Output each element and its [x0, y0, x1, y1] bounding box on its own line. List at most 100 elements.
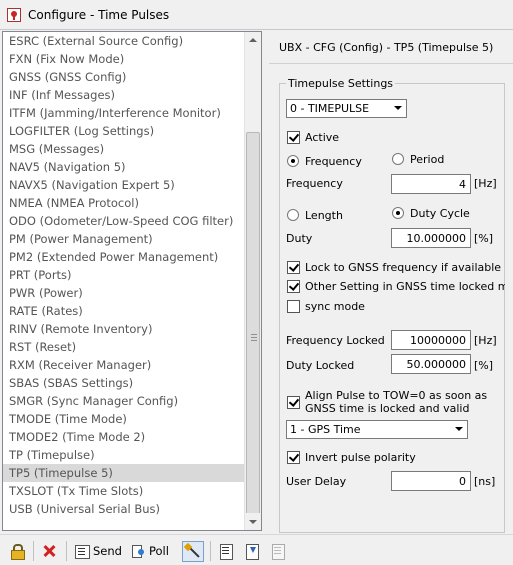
toolbar-separator [33, 541, 34, 561]
document-button[interactable] [218, 540, 234, 562]
frequency-locked-unit: [Hz] [474, 334, 497, 347]
list-item[interactable]: NAVX5 (Navigation Expert 5) [3, 176, 246, 194]
user-delay-value: 0 [459, 475, 466, 488]
list-item[interactable]: MSG (Messages) [3, 140, 246, 158]
message-list[interactable]: ESRC (External Source Config) FXN (Fix No… [2, 31, 262, 531]
chevron-down-icon[interactable] [451, 422, 466, 437]
sync-mode-label: sync mode [305, 300, 365, 313]
frequency-value: 4 [459, 178, 466, 191]
list-item[interactable]: TP5 (Timepulse 5) [3, 464, 246, 482]
save-icon [270, 543, 286, 560]
user-delay-input[interactable]: 0 [391, 471, 471, 491]
period-radio[interactable] [392, 153, 404, 165]
time-source-select-value: 1 - GPS Time [290, 423, 361, 436]
message-title: UBX - CFG (Config) - TP5 (Timepulse 5) [279, 41, 494, 54]
title-bar: Configure - Time Pulses [0, 0, 513, 30]
magic-wand-icon [182, 540, 204, 562]
duty-value: 10.000000 [406, 232, 467, 245]
document-icon [218, 543, 234, 560]
list-item[interactable]: NAV5 (Navigation 5) [3, 158, 246, 176]
list-item[interactable]: TMODE2 (Time Mode 2) [3, 428, 246, 446]
send-button[interactable]: Send [74, 540, 122, 562]
list-item[interactable]: TXSLOT (Tx Time Slots) [3, 482, 246, 500]
list-item[interactable]: ODO (Odometer/Low-Speed COG filter) [3, 212, 246, 230]
period-radio-label: Period [410, 153, 445, 166]
frequency-locked-input[interactable]: 10000000 [391, 330, 471, 350]
duty-cycle-radio-label: Duty Cycle [410, 207, 470, 220]
list-item[interactable]: ESRC (External Source Config) [3, 32, 246, 50]
duty-unit: [%] [474, 232, 494, 245]
list-item[interactable]: USB (Universal Serial Bus) [3, 500, 246, 518]
length-radio[interactable] [287, 209, 299, 221]
active-checkbox[interactable] [287, 131, 300, 144]
list-item[interactable]: FXN (Fix Now Mode) [3, 50, 246, 68]
list-item[interactable]: SMGR (Sync Manager Config) [3, 392, 246, 410]
scroll-up-button[interactable] [245, 32, 261, 49]
chevron-down-icon[interactable] [390, 101, 405, 116]
duty-locked-value: 50.000000 [406, 358, 467, 371]
timepulse-select-value: 0 - TIMEPULSE [290, 102, 370, 115]
load-icon [244, 543, 260, 560]
scroll-grip-line [251, 337, 257, 338]
align-pulse-checkbox[interactable] [287, 396, 300, 409]
time-source-select[interactable]: 1 - GPS Time [286, 420, 468, 439]
list-item[interactable]: PRT (Ports) [3, 266, 246, 284]
lock-gnss-checkbox[interactable] [287, 261, 300, 274]
list-scrollbar[interactable] [244, 32, 261, 530]
duty-cycle-radio[interactable] [392, 207, 404, 219]
invert-polarity-checkbox[interactable] [287, 451, 300, 464]
duty-input[interactable]: 10.000000 [391, 228, 471, 248]
duty-locked-unit: [%] [474, 359, 494, 372]
list-item[interactable]: PM2 (Extended Power Management) [3, 248, 246, 266]
frequency-locked-value: 10000000 [410, 334, 466, 347]
list-item[interactable]: ITFM (Jamming/Interference Monitor) [3, 104, 246, 122]
list-item[interactable]: INF (Inf Messages) [3, 86, 246, 104]
user-delay-label: User Delay [286, 475, 347, 488]
other-setting-checkbox[interactable] [287, 280, 300, 293]
list-item[interactable]: RATE (Rates) [3, 302, 246, 320]
list-item[interactable]: LOGFILTER (Log Settings) [3, 122, 246, 140]
list-item[interactable]: PWR (Power) [3, 284, 246, 302]
lock-button[interactable] [9, 540, 25, 562]
frequency-radio-label: Frequency [305, 155, 362, 168]
frequency-radio[interactable] [287, 155, 299, 167]
frequency-input[interactable]: 4 [391, 174, 471, 194]
poll-button[interactable]: Poll [130, 540, 169, 562]
list-item[interactable]: NMEA (NMEA Protocol) [3, 194, 246, 212]
scroll-thumb[interactable] [246, 132, 260, 530]
list-item[interactable]: SBAS (SBAS Settings) [3, 374, 246, 392]
send-icon [74, 543, 90, 559]
message-panel: UBX - CFG (Config) - TP5 (Timepulse 5) T… [269, 31, 513, 534]
lock-icon [9, 543, 25, 560]
duty-label: Duty [286, 232, 313, 245]
scroll-grip-line [251, 340, 257, 341]
frequency-label: Frequency [286, 177, 343, 190]
user-delay-unit: [ns] [474, 475, 496, 488]
length-radio-label: Length [305, 209, 343, 222]
duty-locked-input[interactable]: 50.000000 [391, 354, 471, 374]
active-label: Active [305, 131, 340, 144]
toolbar-separator [66, 541, 67, 561]
magic-wand-button[interactable] [182, 540, 204, 562]
load-button[interactable] [244, 540, 260, 562]
sync-mode-checkbox[interactable] [287, 300, 300, 313]
list-item[interactable]: TMODE (Time Mode) [3, 410, 246, 428]
list-item[interactable]: RXM (Receiver Manager) [3, 356, 246, 374]
save-button[interactable] [270, 540, 286, 562]
lock-gnss-label: Lock to GNSS frequency if available [305, 261, 502, 274]
message-list-items: ESRC (External Source Config) FXN (Fix No… [3, 32, 246, 518]
frequency-locked-label: Frequency Locked [286, 334, 385, 347]
app-icon [7, 8, 21, 22]
window-title: Configure - Time Pulses [28, 8, 170, 22]
list-item[interactable]: GNSS (GNSS Config) [3, 68, 246, 86]
list-item[interactable]: RST (Reset) [3, 338, 246, 356]
timepulse-select[interactable]: 0 - TIMEPULSE [286, 99, 407, 118]
scroll-down-button[interactable] [245, 513, 261, 530]
list-item[interactable]: RINV (Remote Inventory) [3, 320, 246, 338]
cancel-button[interactable] [41, 540, 57, 562]
poll-label: Poll [149, 544, 169, 558]
list-item[interactable]: TP (Timepulse) [3, 446, 246, 464]
poll-icon [130, 543, 146, 559]
divider [269, 63, 513, 64]
list-item[interactable]: PM (Power Management) [3, 230, 246, 248]
